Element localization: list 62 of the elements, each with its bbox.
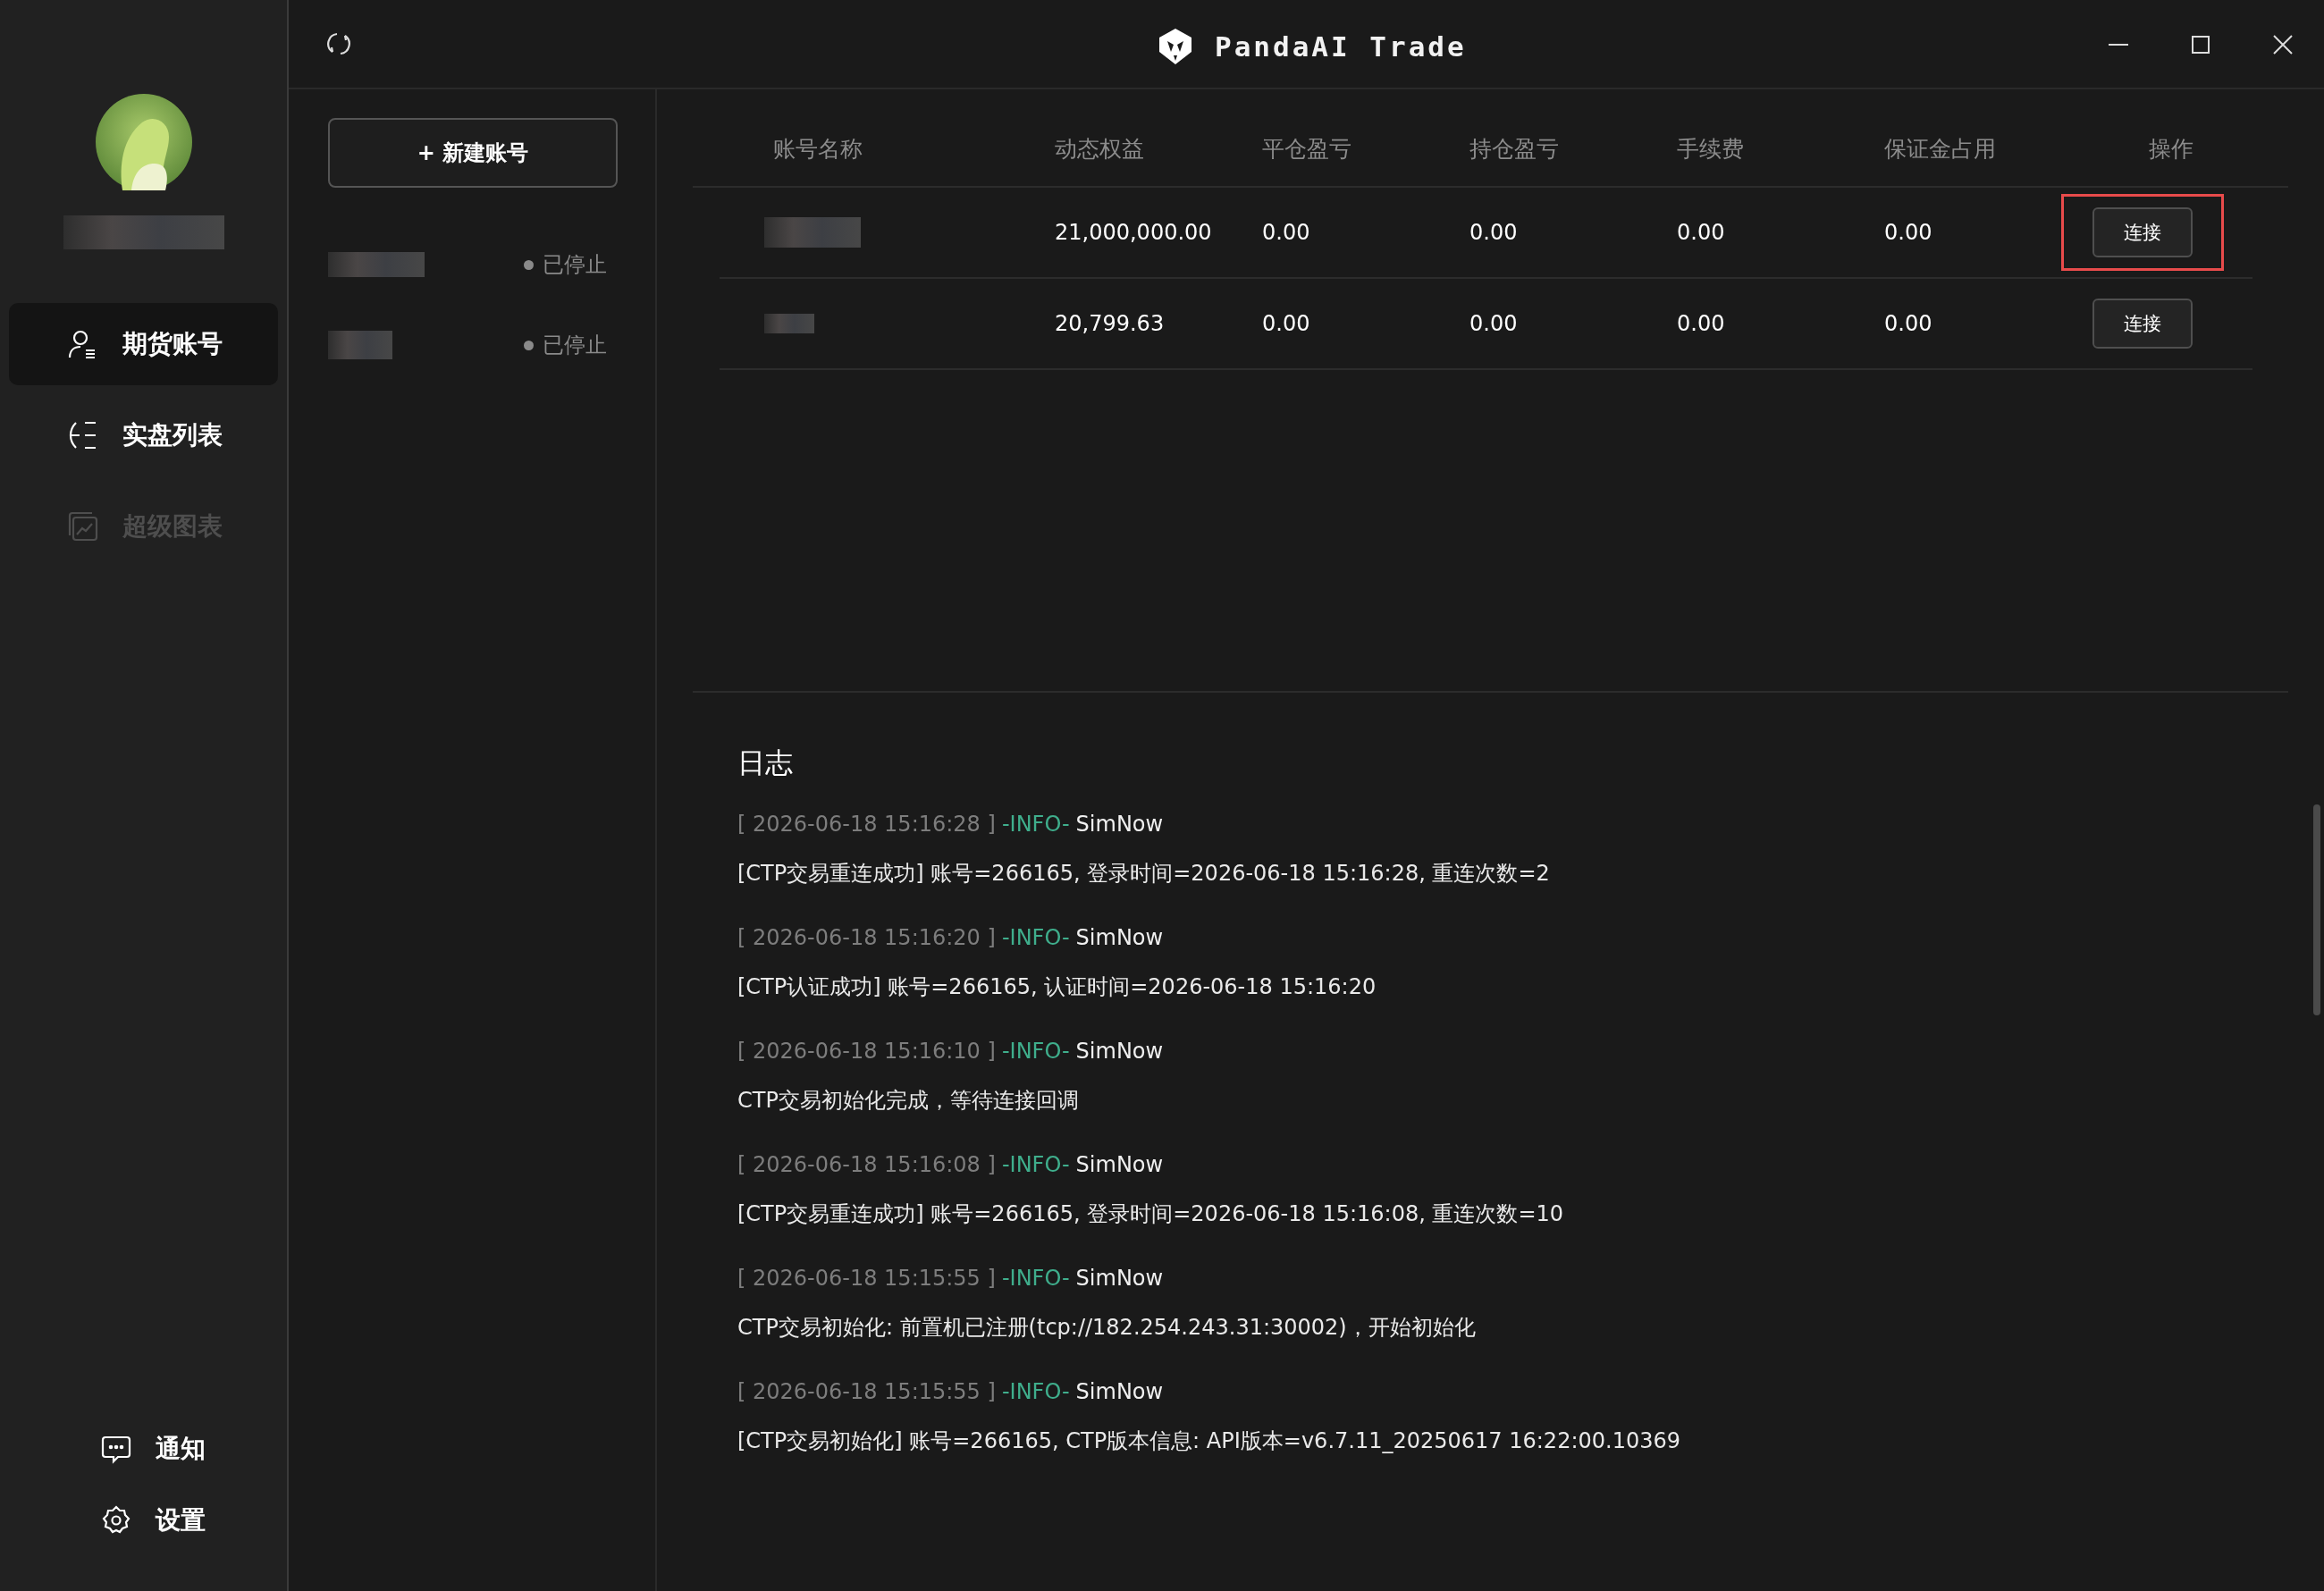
nav-item[interactable]: 期货账号 [9, 303, 278, 385]
maximize-icon [2191, 35, 2210, 55]
table-cell-text: 0.00 [1677, 220, 1726, 245]
table-cell-text: 0.00 [1262, 311, 1311, 336]
table-cell-text: 0.00 [1884, 311, 1933, 336]
log-time: [ 2026-06-18 15:16:10 ] [737, 1039, 996, 1064]
log-title: 日志 [737, 745, 794, 780]
table-cell-text: 0.00 [1262, 220, 1311, 245]
chart-icon [67, 510, 99, 543]
nav-label: 实盘列表 [122, 419, 223, 451]
log-message: [CTP交易重连成功] 账号=266165, 登录时间=2026-06-18 15:16:08, 重连次数=10 [737, 1200, 1565, 1226]
log-message: [CTP交易重连成功] 账号=266165, 登录时间=2026-06-18 15:16:28, 重连次数=2 [737, 860, 1551, 886]
window-title: PandaAI Trade [1215, 30, 1467, 63]
log-time: [ 2026-06-18 15:16:08 ] [737, 1152, 996, 1177]
log-message: [CTP交易初始化] 账号=266165, CTP版本信息: API版本=v6.7.11_20250617 16:22:00.10369 [737, 1427, 1681, 1453]
log-source: SimNow [1075, 1152, 1164, 1177]
log-source: SimNow [1075, 925, 1164, 950]
log-source: SimNow [1075, 812, 1164, 837]
connect-button[interactable]: 连接 [2092, 299, 2193, 349]
log-time: [ 2026-06-18 15:15:55 ] [737, 1266, 996, 1291]
log-level: -INFO- [1001, 812, 1070, 837]
new-account-button[interactable]: + 新建账号 [328, 118, 618, 188]
log-time: [ 2026-06-18 15:16:28 ] [737, 812, 996, 837]
column-header: 账号名称 [772, 135, 863, 164]
nav-item[interactable]: 实盘列表 [9, 394, 278, 476]
table-cell-text: 0.00 [1677, 311, 1726, 336]
status-label: 已停止 [543, 251, 607, 279]
log-level: -INFO- [1001, 1379, 1070, 1404]
blurred-name [764, 314, 814, 333]
log-level: -INFO- [1001, 925, 1070, 950]
status-label: 已停止 [543, 332, 607, 359]
connect-button[interactable]: 连接 [2092, 207, 2193, 257]
blurred-name [328, 331, 392, 359]
column-header: 持仓盈亏 [1469, 135, 1559, 164]
nav-link[interactable]: 通知 [156, 1432, 206, 1466]
table-cell-text: 0.00 [1469, 220, 1519, 245]
table-cell-text: 21,000,000.00 [1055, 220, 1213, 245]
log-level: -INFO- [1001, 1039, 1070, 1064]
nav-link[interactable]: 设置 [156, 1503, 206, 1537]
log-level: -INFO- [1001, 1266, 1070, 1291]
column-header: 平仓盈亏 [1262, 135, 1351, 164]
log-message: CTP交易初始化: 前置机已注册(tcp://182.254.243.31:30002)，开始初始化 [737, 1314, 1477, 1340]
table-cell-text: 20,799.63 [1055, 311, 1166, 336]
table-cell-text: 0.00 [1884, 220, 1933, 245]
log-message: [CTP认证成功] 账号=266165, 认证时间=2026-06-18 15:16:20 [737, 973, 1377, 999]
nav-label: 期货账号 [122, 328, 223, 360]
minimize-icon [2109, 44, 2128, 46]
column-header: 动态权益 [1055, 135, 1144, 164]
log-level: -INFO- [1001, 1152, 1070, 1177]
scrollbar-thumb[interactable] [2313, 804, 2320, 1015]
column-header: 操作 [2149, 135, 2193, 164]
close-icon [2273, 35, 2293, 55]
log-source: SimNow [1075, 1379, 1164, 1404]
log-time: [ 2026-06-18 15:16:20 ] [737, 925, 996, 950]
log-source: SimNow [1075, 1266, 1164, 1291]
table-cell-text: 0.00 [1469, 311, 1519, 336]
refresh-icon[interactable] [326, 31, 351, 56]
log-time: [ 2026-06-18 15:15:55 ] [737, 1379, 996, 1404]
column-header: 手续费 [1677, 135, 1744, 164]
log-source: SimNow [1075, 1039, 1164, 1064]
column-header: 保证金占用 [1884, 135, 1996, 164]
log-message: CTP交易初始化完成，等待连接回调 [737, 1087, 1080, 1113]
